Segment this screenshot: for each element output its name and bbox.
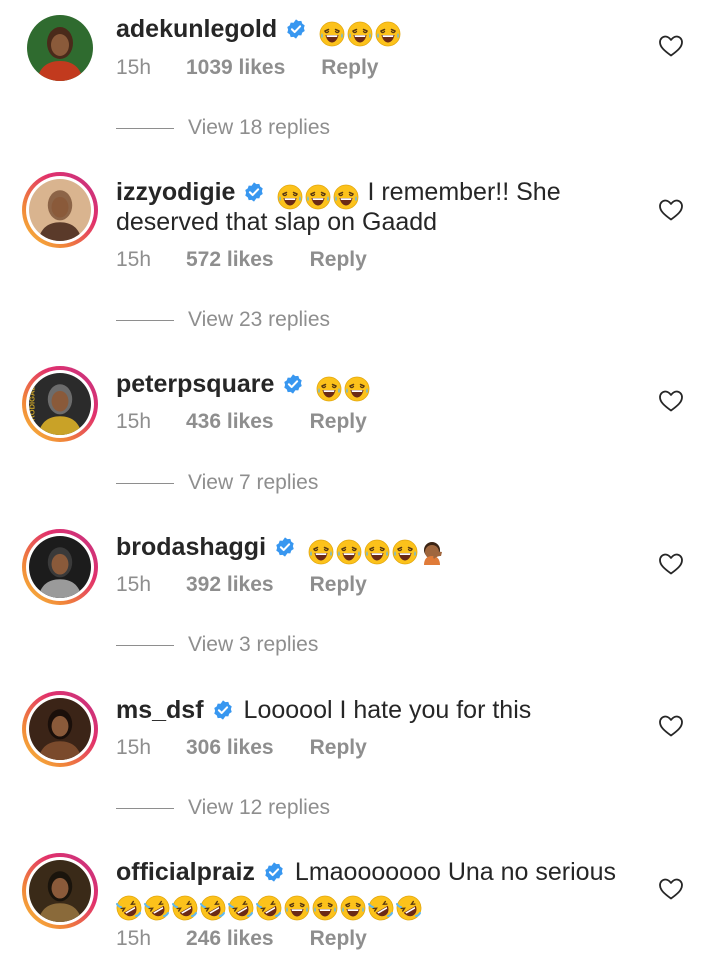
likes-count[interactable]: 436 likes (186, 410, 274, 434)
avatar-image (29, 536, 91, 598)
avatar[interactable] (22, 10, 98, 86)
comment-text: I remember!! She (367, 178, 561, 206)
reply-button[interactable]: Reply (310, 927, 367, 951)
avatar-image (29, 698, 91, 760)
emoji-run (308, 536, 448, 566)
replies-divider (116, 319, 174, 321)
avatar[interactable] (22, 529, 98, 605)
emoji-run (319, 18, 403, 48)
comment-time: 15h (116, 736, 152, 759)
like-heart-icon[interactable] (658, 877, 684, 901)
comment-time: 15h (116, 410, 152, 433)
reply-button[interactable]: Reply (310, 573, 367, 597)
avatar[interactable] (22, 853, 98, 929)
verified-badge-icon (274, 535, 296, 557)
comment-text-continued: deserved that slap on Gaadd (116, 208, 438, 236)
emoji-run (316, 373, 372, 403)
like-heart-icon[interactable] (658, 34, 684, 58)
comment-time: 15h (116, 573, 152, 596)
likes-count[interactable]: 306 likes (186, 736, 274, 760)
comment-time: 15h (116, 56, 152, 79)
verified-badge-icon (285, 17, 307, 39)
verified-badge-icon (263, 860, 285, 882)
username[interactable]: officialpraiz (116, 858, 255, 886)
like-heart-icon[interactable] (658, 198, 684, 222)
avatar-image (29, 860, 91, 922)
avatar[interactable] (22, 172, 98, 248)
username[interactable]: brodashaggi (116, 533, 266, 561)
avatar-image: PRODIGAL (29, 373, 91, 435)
replies-divider (116, 482, 174, 484)
like-heart-icon[interactable] (658, 552, 684, 576)
likes-count[interactable]: 1039 likes (186, 56, 285, 80)
avatar[interactable] (22, 691, 98, 767)
verified-badge-icon (212, 698, 234, 720)
username[interactable]: adekunlegold (116, 15, 277, 43)
avatar-image (29, 179, 91, 241)
view-replies-button[interactable]: View 7 replies (116, 471, 318, 495)
replies-divider (116, 644, 174, 646)
view-replies-label: View 18 replies (188, 116, 331, 139)
verified-badge-icon (243, 180, 265, 202)
reply-button[interactable]: Reply (310, 248, 367, 272)
verified-badge-icon (282, 372, 304, 394)
view-replies-label: View 7 replies (188, 471, 319, 494)
svg-text:PRODIGAL: PRODIGAL (29, 386, 37, 426)
view-replies-label: View 12 replies (188, 796, 331, 819)
reply-button[interactable]: Reply (310, 736, 367, 760)
likes-count[interactable]: 392 likes (186, 573, 274, 597)
likes-count[interactable]: 572 likes (186, 248, 274, 272)
comment-time: 15h (116, 248, 152, 271)
replies-divider (116, 127, 174, 129)
replies-divider (116, 807, 174, 809)
avatar[interactable]: PRODIGAL (22, 366, 98, 442)
like-heart-icon[interactable] (658, 714, 684, 738)
view-replies-label: View 23 replies (188, 308, 331, 331)
comment-text: Loooool I hate you for this (243, 696, 532, 724)
like-heart-icon[interactable] (658, 389, 684, 413)
comment-text: Lmaooooooo Una no serious (294, 858, 616, 886)
likes-count[interactable]: 246 likes (186, 927, 274, 951)
username[interactable]: peterpsquare (116, 370, 274, 398)
reply-button[interactable]: Reply (321, 56, 378, 80)
avatar-image (27, 15, 93, 81)
view-replies-button[interactable]: View 12 replies (116, 796, 330, 820)
username[interactable]: izzyodigie (116, 178, 235, 206)
username[interactable]: ms_dsf (116, 696, 204, 724)
comment-time: 15h (116, 927, 152, 950)
reply-button[interactable]: Reply (310, 410, 367, 434)
view-replies-button[interactable]: View 3 replies (116, 633, 318, 657)
view-replies-button[interactable]: View 18 replies (116, 116, 330, 140)
view-replies-button[interactable]: View 23 replies (116, 308, 330, 332)
view-replies-label: View 3 replies (188, 633, 319, 656)
emoji-run (116, 892, 424, 922)
